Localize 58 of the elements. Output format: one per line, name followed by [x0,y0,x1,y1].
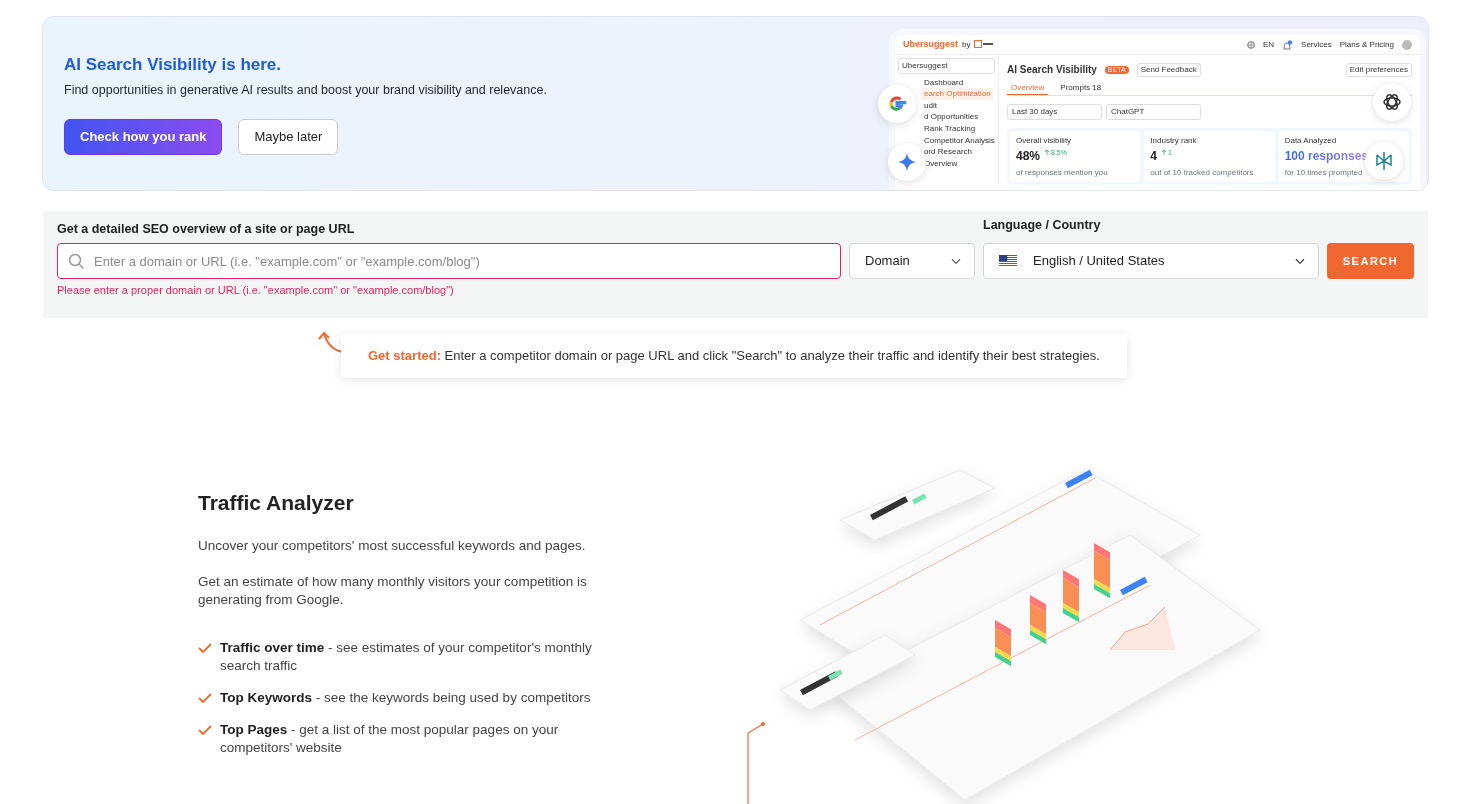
description-text: Uncover your competitors' most successful keywords and pages. [198,536,587,555]
stat-value: 4 [1150,149,1157,164]
banner-subtitle: Find opportunities in generative AI results and boost your brand visibility and relevance. [64,82,548,100]
partner-logo-icon [974,40,995,49]
feature-item: Traffic over time - see estimates of your competitor's monthly search traffic [220,638,593,675]
bell-icon [1282,39,1294,50]
sidebar-item[interactable]: d Opportunities [922,111,981,123]
check-icon [198,641,212,654]
us-flag-icon [999,255,1017,267]
stat-note: out of 10 tracked competitors [1150,167,1255,178]
avatar-icon[interactable] [1402,39,1412,50]
sidebar-item[interactable]: Rank Tracking [922,122,978,135]
check-icon [198,723,212,736]
stat-label: Data Analyzed [1284,135,1338,146]
sidebar-item[interactable]: ord Research [922,146,975,158]
asterisk-logo-icon [1373,150,1395,172]
stat-value: 100 responses [1284,149,1369,164]
up-arrow-icon [1161,149,1167,157]
page-title: AI Search Visibility [1007,63,1097,76]
header-link[interactable]: Plans & Pricing [1339,39,1394,50]
section-title: Traffic Analyzer [198,489,355,515]
knot-logo-icon [1381,91,1403,113]
edit-preferences-button[interactable]: Edit preferences [1345,63,1412,77]
language-select[interactable]: English / United States [983,243,1319,279]
banner-title: AI Search Visibility is here. [64,55,282,76]
sidebar-item[interactable]: udit [922,99,939,112]
stat-value: 48% [1016,149,1041,164]
globe-icon [1246,40,1255,49]
stat-label: Industry rank [1150,135,1198,146]
up-arrow-icon [1044,149,1051,157]
maybe-later-button[interactable]: Maybe later [238,119,339,155]
tip-text: Get started: Enter a competitor domain or page URL and click "Search" to analyze their traffic and identify their best strategies. [341,334,1127,378]
feature-item: Top Pages - get a list of the most popular pages on your competitors' website [220,720,560,757]
stat-label: Overall visibility [1016,135,1073,146]
feature-item: Top Keywords - see the keywords being used by competitors [220,688,591,707]
header-link[interactable]: Services [1301,39,1332,50]
brand-logo: Ubersuggest [903,39,958,50]
search-icon [68,253,84,269]
sidebar-item[interactable]: Dashboard [922,76,966,89]
search-label: Get a detailed SEO overview of a site or page URL [57,221,356,239]
filter-select[interactable]: ChatGPT [1106,104,1201,120]
stat-note: of responses mention you [1016,167,1109,178]
url-input-field[interactable]: Enter a domain or URL (i.e. "example.com" or "example.com/blog") [57,243,841,279]
sidebar-item[interactable]: Overview [922,157,960,170]
domain-select[interactable]: Domain [849,243,975,279]
send-feedback-button[interactable]: Send Feedback [1136,63,1201,77]
project-select[interactable]: Ubersuggest [898,58,995,74]
check-rank-button[interactable]: Check how you rank [64,119,223,155]
language-label: Language / Country [983,221,1102,235]
check-icon [198,691,212,704]
sidebar-item[interactable]: Competitor Analysis [922,134,997,147]
filter-select[interactable]: Last 30 days [1007,104,1102,120]
brand-by-text: by [962,39,971,50]
stat-note: for 10 times prompted [1284,167,1364,178]
tab[interactable]: Prompts 18 [1056,80,1106,96]
error-message: Please enter a proper domain or URL (i.e. "example.com" or "example.com/blog") [57,283,455,298]
description-text: Get an estimate of how many monthly visitors your competition is generating from Google. [198,572,588,609]
header-link[interactable]: EN [1262,39,1275,50]
